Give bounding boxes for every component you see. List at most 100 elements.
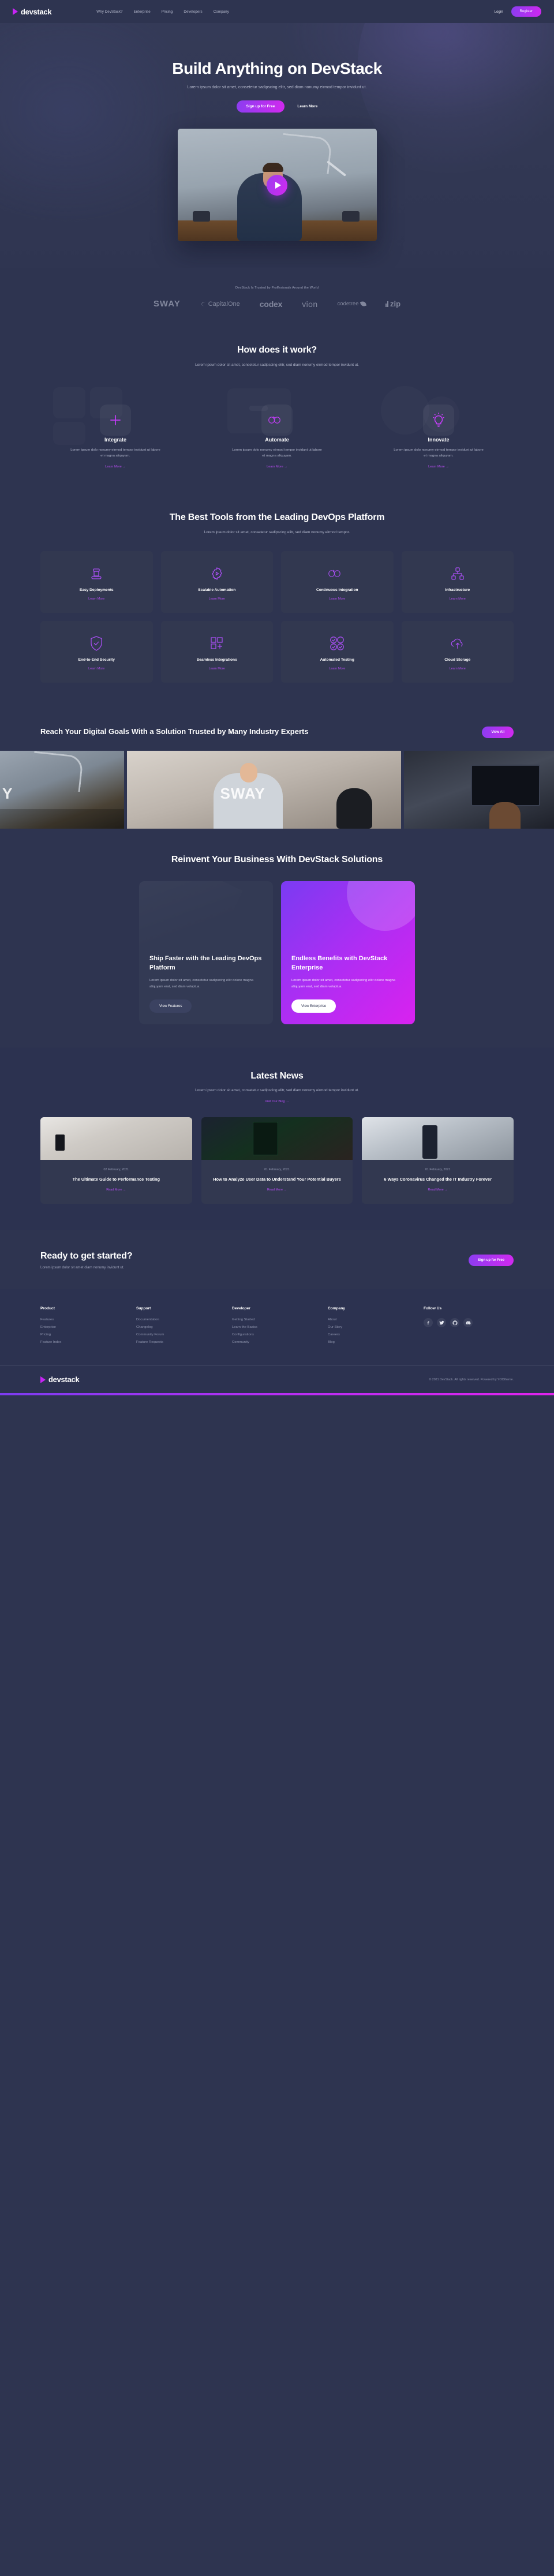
footer-link[interactable]: Enterprise — [40, 1326, 130, 1329]
footer-column-follow: Follow Us — [424, 1306, 514, 1348]
tools-grid: Easy Deployments Learn More Scalable Aut… — [40, 551, 514, 683]
news-card[interactable]: 01 February, 2021 6 Ways Coronavirus Cha… — [362, 1117, 514, 1204]
facebook-icon[interactable] — [424, 1318, 433, 1328]
logo-codex[interactable]: codex — [260, 299, 283, 309]
twitter-icon[interactable] — [437, 1318, 446, 1328]
learn-more-link[interactable]: Learn More — [297, 104, 317, 108]
gallery-image-3[interactable] — [404, 750, 554, 829]
gallery-image-2[interactable]: SWAY — [127, 750, 401, 829]
view-features-button[interactable]: View Features — [149, 999, 192, 1013]
tool-card-automated-testing[interactable]: Automated Testing Learn More — [281, 620, 394, 683]
logo-capitalone[interactable]: CapitalOne — [200, 301, 240, 308]
video-desk-object-right — [342, 211, 360, 222]
how-card-automate[interactable]: Automate Lorem ipsum dolo nonumy eirmod … — [202, 384, 352, 471]
register-button[interactable]: Register — [511, 6, 541, 17]
footer-link[interactable]: Blog — [328, 1341, 418, 1344]
leaf-icon — [360, 301, 366, 308]
hero-section: Build Anything on DevStack Lorem ipsum d… — [0, 23, 554, 268]
reinvent-section: Reinvent Your Business With DevStack Sol… — [40, 829, 514, 1047]
play-icon[interactable] — [267, 174, 287, 196]
cta-signup-button[interactable]: Sign up for Free — [468, 1255, 514, 1267]
news-thumbnail — [362, 1117, 514, 1160]
reinvent-card-title: Ship Faster with the Leading DevOps Plat… — [149, 955, 262, 971]
news-headline: 6 Ways Coronavirus Changed the IT Indust… — [384, 1176, 492, 1182]
play-triangle-icon — [40, 1376, 46, 1383]
news-card[interactable]: 02 February, 2021 The Ultimate Guide to … — [40, 1117, 192, 1204]
github-icon[interactable] — [450, 1318, 459, 1328]
footer-link[interactable]: Documentation — [136, 1318, 226, 1321]
visit-blog-link[interactable]: Visit Our Blog → — [40, 1100, 514, 1103]
tool-card-continuous-integration[interactable]: Continuous Integration Learn More — [281, 551, 394, 613]
tool-learn-more[interactable]: Learn More — [88, 667, 104, 671]
logo-zip[interactable]: zip — [385, 299, 400, 308]
hero-video-card[interactable] — [177, 129, 377, 242]
footer-link[interactable]: Pricing — [40, 1333, 130, 1336]
tool-card-scalable-automation[interactable]: Scalable Automation Learn More — [160, 551, 273, 613]
news-read-more[interactable]: Read More → — [267, 1188, 287, 1192]
gallery-person-head — [240, 762, 257, 782]
site-header: devstack Why DevStack? Enterprise Pricin… — [0, 0, 554, 23]
tool-card-infrastructure[interactable]: Infrastructure Learn More — [401, 551, 514, 613]
footer-column-support: Support Documentation Changelog Communit… — [136, 1306, 226, 1348]
footer-column-title: Product — [40, 1306, 55, 1311]
reinvent-card-enterprise[interactable]: Endless Benefits with DevStack Enterpris… — [281, 881, 415, 1024]
how-card-learn-more[interactable]: Learn More → — [428, 465, 449, 469]
news-read-more[interactable]: Read More → — [428, 1188, 448, 1192]
tool-learn-more[interactable]: Learn More — [209, 597, 225, 601]
tool-learn-more[interactable]: Learn More — [450, 667, 466, 671]
footer-link[interactable]: Our Story — [328, 1326, 418, 1329]
footer-link[interactable]: Changelog — [136, 1326, 226, 1329]
view-enterprise-button[interactable]: View Enterprise — [291, 999, 336, 1013]
discord-icon[interactable] — [463, 1318, 473, 1328]
tool-learn-more[interactable]: Learn More — [450, 597, 466, 601]
footer-link[interactable]: Community Forum — [136, 1333, 226, 1336]
news-card[interactable]: 01 February, 2021 How to Analyze User Da… — [201, 1117, 353, 1204]
footer-link[interactable]: Learn the Basics — [232, 1326, 322, 1329]
nav-item-company[interactable]: Company — [214, 10, 229, 14]
tool-learn-more[interactable]: Learn More — [329, 597, 345, 601]
footer-link[interactable]: Configurations — [232, 1333, 322, 1336]
footer-link[interactable]: About — [328, 1318, 418, 1321]
how-card-learn-more[interactable]: Learn More → — [267, 465, 287, 469]
nav-item-why-devstack[interactable]: Why DevStack? — [96, 10, 122, 14]
news-read-more[interactable]: Read More → — [106, 1188, 126, 1192]
hero-title: Build Anything on DevStack — [172, 59, 382, 77]
footer-column-title: Developer — [232, 1306, 250, 1311]
footer-link[interactable]: Feature Requests — [136, 1341, 226, 1344]
login-link[interactable]: Login — [495, 10, 503, 14]
news-thumbnail — [40, 1117, 192, 1160]
tool-card-end-to-end-security[interactable]: End-to-End Security Learn More — [40, 620, 153, 683]
tool-learn-more[interactable]: Learn More — [209, 667, 225, 671]
tool-card-seamless-integrations[interactable]: Seamless Integrations Learn More — [160, 620, 273, 683]
reinvent-card-features[interactable]: Ship Faster with the Leading DevOps Plat… — [139, 881, 273, 1024]
logo-sway[interactable]: SWAY — [154, 299, 181, 309]
site-footer: Product Features Enterprise Pricing Feat… — [0, 1289, 554, 1396]
nav-item-enterprise[interactable]: Enterprise — [134, 10, 151, 14]
tool-learn-more[interactable]: Learn More — [329, 667, 345, 671]
logo-codetree[interactable]: codetree — [338, 301, 366, 308]
how-card-learn-more[interactable]: Learn More → — [105, 465, 126, 469]
how-card-innovate[interactable]: Innovate Lorem ipsum dolo nonumy eirmod … — [364, 384, 514, 471]
logo-capitalone-text: CapitalOne — [208, 300, 240, 308]
reinvent-card-title: Endless Benefits with DevStack Enterpris… — [291, 955, 388, 971]
how-card-desc: Lorem ipsum dolo nonumy eirmod tempor in… — [232, 448, 322, 458]
footer-link[interactable]: Community — [232, 1341, 322, 1344]
tool-card-easy-deployments[interactable]: Easy Deployments Learn More — [40, 551, 153, 613]
tool-learn-more[interactable]: Learn More — [88, 597, 104, 601]
tools-section: The Best Tools from the Leading DevOps P… — [40, 491, 514, 703]
view-all-button[interactable]: View All — [482, 726, 514, 738]
signup-free-button[interactable]: Sign up for Free — [236, 100, 285, 113]
footer-link[interactable]: Features — [40, 1318, 130, 1321]
footer-link[interactable]: Careers — [328, 1333, 418, 1336]
nav-item-developers[interactable]: Developers — [184, 10, 202, 14]
footer-link[interactable]: Feature Index — [40, 1341, 130, 1344]
footer-link[interactable]: Getting Started — [232, 1318, 322, 1321]
gallery-image-1[interactable]: Y — [0, 750, 124, 829]
logo-vion[interactable]: vion — [302, 299, 317, 309]
tool-card-cloud-storage[interactable]: Cloud Storage Learn More — [401, 620, 514, 683]
footer-brand-logo[interactable]: devstack — [40, 1375, 80, 1384]
how-card-integrate[interactable]: Integrate Lorem ipsum dolo nonumy eirmod… — [40, 384, 190, 471]
nav-item-pricing[interactable]: Pricing — [162, 10, 173, 14]
news-date: 02 February, 2021 — [103, 1167, 129, 1171]
brand-logo[interactable]: devstack — [13, 8, 52, 16]
